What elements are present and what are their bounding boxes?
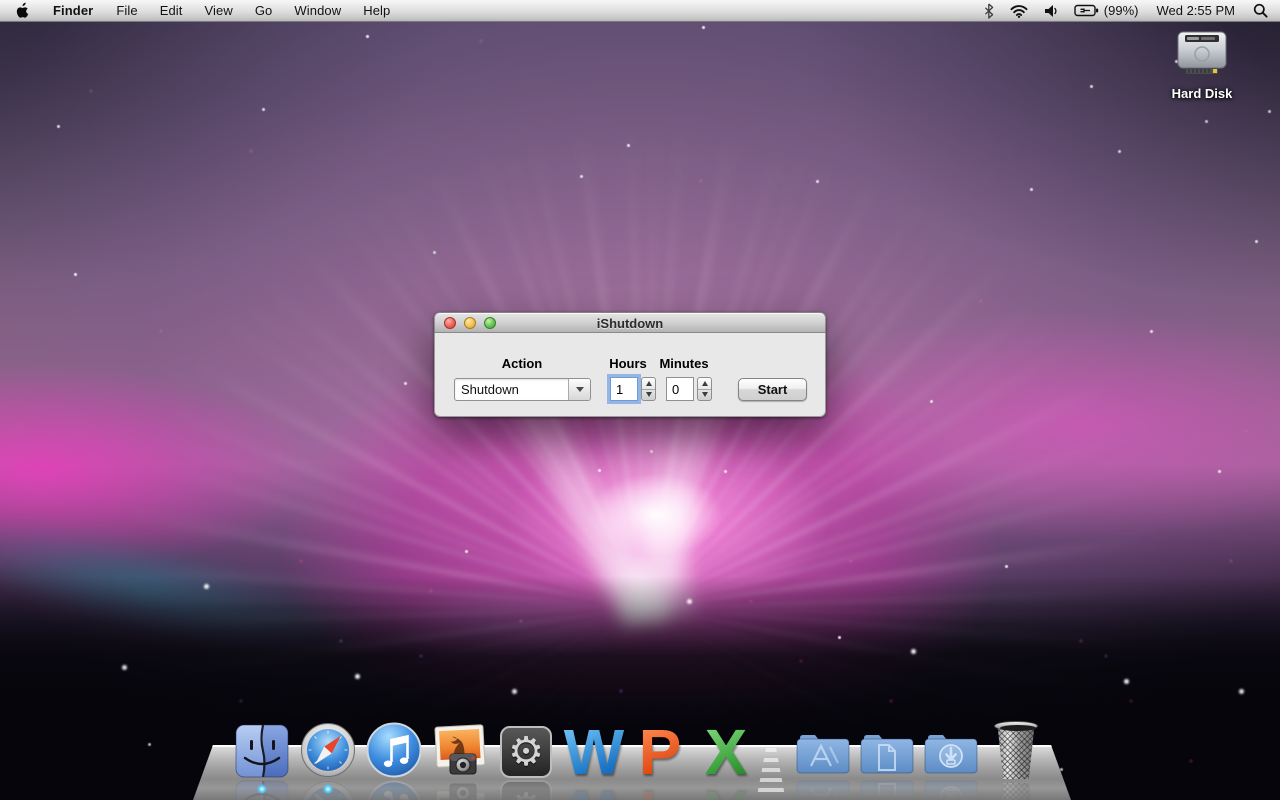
spotlight-menu-extra[interactable] <box>1245 0 1280 21</box>
volume-menu-extra[interactable] <box>1036 0 1066 21</box>
stepper-down-button[interactable] <box>642 390 655 401</box>
applications-folder-icon <box>794 730 852 776</box>
menu-label: Window <box>294 3 341 18</box>
trash-rim-hole <box>1000 725 1036 731</box>
dock-item-safari[interactable] <box>300 722 356 778</box>
action-dropdown[interactable]: Shutdown <box>454 378 591 401</box>
dock-item-finder[interactable] <box>235 724 289 778</box>
dock-item-powerpoint[interactable]: P <box>627 723 693 782</box>
menu-label: Finder <box>53 3 93 18</box>
running-indicator-finder <box>257 784 267 794</box>
action-dropdown-value: Shutdown <box>455 382 568 397</box>
menu-label: View <box>205 3 233 18</box>
menu-label: Help <box>363 3 390 18</box>
hard-disk-icon <box>1171 28 1233 78</box>
trash-rim <box>994 721 1038 731</box>
spotlight-icon <box>1253 3 1268 18</box>
hard-disk-label: Hard Disk <box>1160 86 1244 101</box>
menu-item-go[interactable]: Go <box>244 0 284 21</box>
menu-label: Edit <box>160 3 183 18</box>
menu-item-view[interactable]: View <box>194 0 244 21</box>
triangle-down-icon <box>646 392 652 397</box>
itunes-icon <box>366 722 422 778</box>
start-button[interactable]: Start <box>738 378 807 401</box>
dock: ⚙ W P X <box>0 700 1280 800</box>
desktop-screen: Finder File Edit View Go Window Help (99… <box>0 0 1280 800</box>
menu-label: Go <box>255 3 273 18</box>
triangle-up-icon <box>702 381 708 386</box>
volume-icon <box>1044 4 1058 18</box>
chevron-down-icon <box>576 387 584 392</box>
menu-bar: Finder File Edit View Go Window Help (99… <box>0 0 1280 22</box>
wifi-icon <box>1010 4 1028 18</box>
battery-percent: (99%) <box>1099 3 1139 18</box>
dock-item-word[interactable]: W <box>561 723 627 782</box>
window-titlebar[interactable]: iShutdown <box>434 312 826 333</box>
menu-item-edit[interactable]: Edit <box>149 0 194 21</box>
menu-bar-status-area: (99%) Wed 2:55 PM <box>976 0 1280 21</box>
menu-label: File <box>116 3 137 18</box>
window-title: iShutdown <box>435 316 825 331</box>
triangle-down-icon <box>702 392 708 397</box>
word-letter-icon: W <box>564 716 624 788</box>
dock-item-documents-folder[interactable] <box>858 730 916 776</box>
triangle-up-icon <box>646 381 652 386</box>
excel-letter-icon: X <box>705 716 748 788</box>
battery-menu-extra[interactable]: (99%) <box>1066 0 1147 21</box>
menu-item-help[interactable]: Help <box>352 0 401 21</box>
window-body: Action Hours Minutes Shutdown Start <box>434 333 826 417</box>
stepper-up-button[interactable] <box>642 378 655 390</box>
minutes-stepper[interactable] <box>697 377 712 401</box>
dock-item-excel[interactable]: X <box>693 723 759 782</box>
powerpoint-letter-icon: P <box>639 716 682 788</box>
dock-item-iphoto[interactable] <box>432 722 488 778</box>
bluetooth-icon <box>984 3 994 19</box>
wifi-menu-extra[interactable] <box>1002 0 1036 21</box>
action-dropdown-button[interactable] <box>568 379 590 400</box>
stepper-down-button[interactable] <box>698 390 711 401</box>
stepper-up-button[interactable] <box>698 378 711 390</box>
minutes-input[interactable] <box>666 377 694 401</box>
bluetooth-menu-extra[interactable] <box>976 0 1002 21</box>
safari-icon <box>300 722 356 778</box>
dock-item-system-preferences[interactable]: ⚙ <box>500 726 552 778</box>
minutes-label: Minutes <box>637 356 731 371</box>
trash-icon <box>996 725 1036 779</box>
dock-item-downloads-folder[interactable] <box>922 730 980 776</box>
apple-logo-icon <box>14 2 29 19</box>
desktop-icon-hard-disk[interactable]: Hard Disk <box>1160 28 1244 101</box>
iphoto-icon <box>432 722 488 778</box>
battery-icon <box>1074 4 1099 17</box>
hours-stepper[interactable] <box>641 377 656 401</box>
menu-item-finder[interactable]: Finder <box>41 0 105 21</box>
action-label: Action <box>475 356 569 371</box>
running-indicator-safari <box>323 784 333 794</box>
dock-item-trash[interactable] <box>993 720 1039 780</box>
apple-menu[interactable] <box>0 0 41 21</box>
dock-item-itunes[interactable] <box>366 722 422 778</box>
menu-item-file[interactable]: File <box>105 0 148 21</box>
documents-folder-icon <box>858 730 916 776</box>
finder-icon <box>235 724 289 778</box>
gear-icon: ⚙ <box>508 732 544 772</box>
downloads-folder-icon <box>922 730 980 776</box>
menu-bar-clock[interactable]: Wed 2:55 PM <box>1146 0 1245 21</box>
ishutdown-window: iShutdown Action Hours Minutes Shutdown <box>434 312 826 417</box>
dock-item-applications-folder[interactable] <box>794 730 852 776</box>
hours-input[interactable] <box>610 377 638 401</box>
menu-item-window[interactable]: Window <box>283 0 352 21</box>
menu-bar-left: Finder File Edit View Go Window Help <box>0 0 401 21</box>
